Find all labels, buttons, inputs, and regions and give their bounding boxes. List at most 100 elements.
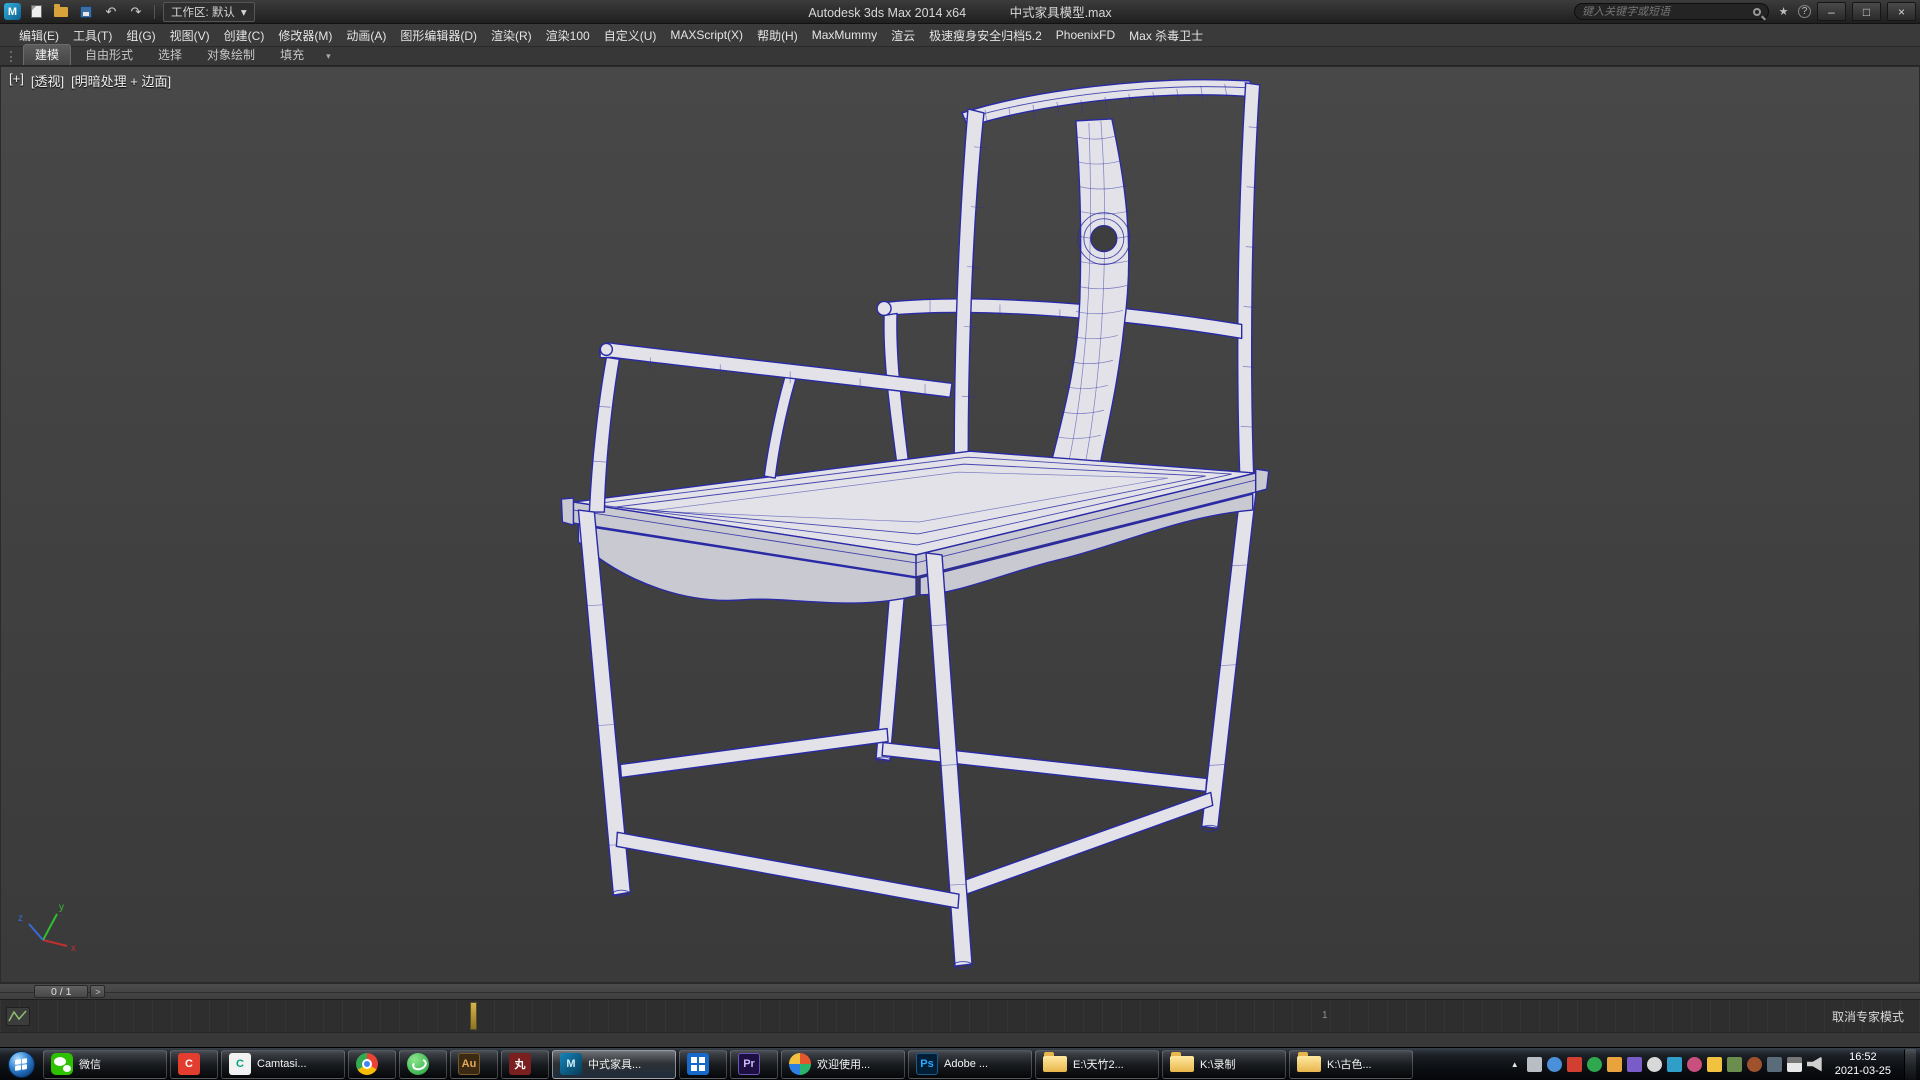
undo-button[interactable]: ↶ xyxy=(101,3,121,21)
menu-maxscript[interactable]: MAXScript(X) xyxy=(663,26,750,44)
time-slider: 0 / 1 > xyxy=(0,983,1920,999)
taskbar-3dsmax[interactable]: M 中式家具... xyxy=(552,1050,676,1079)
wechat-icon xyxy=(51,1053,73,1075)
tray-icon[interactable] xyxy=(1647,1057,1662,1072)
maximize-button[interactable]: □ xyxy=(1852,2,1881,21)
minimize-button[interactable]: – xyxy=(1817,2,1846,21)
redo-button[interactable]: ↷ xyxy=(126,3,146,21)
tab-modeling[interactable]: 建模 xyxy=(23,44,71,65)
menu-phoenixfd[interactable]: PhoenixFD xyxy=(1049,26,1122,44)
menu-animation[interactable]: 动画(A) xyxy=(339,25,393,46)
menu-views[interactable]: 视图(V) xyxy=(163,25,217,46)
tray-icon[interactable] xyxy=(1547,1057,1562,1072)
search-icon[interactable] xyxy=(1753,8,1761,16)
menu-customize[interactable]: 自定义(U) xyxy=(597,25,664,46)
new-scene-button[interactable] xyxy=(26,3,46,21)
menu-edit[interactable]: 编辑(E) xyxy=(12,25,66,46)
folder-icon xyxy=(1043,1056,1067,1072)
taskbar-chrome[interactable] xyxy=(348,1050,396,1079)
ribbon-grip[interactable] xyxy=(10,51,14,62)
volume-icon[interactable] xyxy=(1807,1057,1822,1072)
tab-object-paint[interactable]: 对象绘制 xyxy=(196,45,266,65)
taskbar-wan-app[interactable]: 丸 xyxy=(501,1050,549,1079)
menu-graph-editors[interactable]: 图形编辑器(D) xyxy=(393,25,484,46)
menu-modifiers[interactable]: 修改器(M) xyxy=(271,25,339,46)
ribbon-tab-bar: 建模 自由形式 选择 对象绘制 填充 ▾ xyxy=(0,47,1920,66)
taskbar-premiere[interactable]: Pr xyxy=(730,1050,778,1079)
viewport-shading-menu[interactable]: [明暗处理 + 边面] xyxy=(71,71,171,90)
tray-icon[interactable] xyxy=(1727,1057,1742,1072)
menu-group[interactable]: 组(G) xyxy=(119,25,162,46)
taskbar-wechat[interactable]: 微信 xyxy=(43,1050,167,1079)
viewport-general-menu[interactable]: [+] xyxy=(9,71,24,90)
taskbar-folder-k-antique[interactable]: K:\古色... xyxy=(1289,1050,1413,1079)
wan-app-icon: 丸 xyxy=(509,1053,531,1075)
tray-icon[interactable] xyxy=(1587,1057,1602,1072)
tray-icon[interactable] xyxy=(1707,1057,1722,1072)
help-icon[interactable]: ? xyxy=(1798,5,1811,18)
document-title: 中式家具模型.max xyxy=(1010,6,1112,20)
recorder-icon: C xyxy=(178,1053,200,1075)
tab-freeform[interactable]: 自由形式 xyxy=(74,45,144,65)
tab-populate[interactable]: 填充 xyxy=(269,45,315,65)
z-axis-label: z xyxy=(18,913,23,924)
tray-icon[interactable] xyxy=(1767,1057,1782,1072)
favorites-star-icon[interactable]: ★ xyxy=(1775,5,1792,18)
3dsmax-icon: M xyxy=(560,1053,582,1075)
open-file-button[interactable] xyxy=(51,3,71,21)
tray-icon[interactable] xyxy=(1607,1057,1622,1072)
save-icon xyxy=(80,6,92,18)
tray-icon[interactable] xyxy=(1747,1057,1762,1072)
show-desktop-button[interactable] xyxy=(1904,1049,1916,1080)
track-bar[interactable]: 1 取消专家模式 xyxy=(0,999,1920,1032)
quick-access-toolbar: M ↶ ↷ 工作区: 默认 ▾ xyxy=(4,2,255,22)
tray-icon[interactable] xyxy=(1667,1057,1682,1072)
time-slider-track[interactable] xyxy=(0,992,1920,993)
ribbon-collapse-icon[interactable]: ▾ xyxy=(326,51,331,62)
menu-maxmummy[interactable]: MaxMummy xyxy=(805,26,884,44)
tray-icon[interactable] xyxy=(1527,1057,1542,1072)
taskbar-photoshop[interactable]: Ps Adobe ... xyxy=(908,1050,1032,1079)
time-slider-grip[interactable]: 0 / 1 xyxy=(34,985,88,998)
taskbar-clock[interactable]: 16:52 2021-03-25 xyxy=(1835,1050,1891,1079)
network-icon[interactable] xyxy=(1787,1057,1802,1072)
menu-bar: 编辑(E) 工具(T) 组(G) 视图(V) 创建(C) 修改器(M) 动画(A… xyxy=(0,24,1920,47)
tray-icon[interactable] xyxy=(1567,1057,1582,1072)
search-input[interactable] xyxy=(1582,6,1748,18)
workspace-selector[interactable]: 工作区: 默认 ▾ xyxy=(163,2,255,22)
menu-tools[interactable]: 工具(T) xyxy=(66,25,119,46)
menu-help[interactable]: 帮助(H) xyxy=(750,25,805,46)
infocenter-search xyxy=(1574,3,1769,20)
save-file-button[interactable] xyxy=(76,3,96,21)
stretcher-right xyxy=(959,792,1213,896)
menu-rendercloud[interactable]: 渲云 xyxy=(884,25,922,46)
menu-create[interactable]: 创建(C) xyxy=(217,25,272,46)
viewport[interactable]: [+] [透视] [明暗处理 + 边面] xyxy=(0,66,1920,983)
app-logo-icon[interactable]: M xyxy=(4,3,21,20)
close-button[interactable]: × xyxy=(1887,2,1916,21)
viewport-pov-menu[interactable]: [透视] xyxy=(31,71,64,90)
taskbar-welcome-dialog[interactable]: 欢迎使用... xyxy=(781,1050,905,1079)
taskbar-camtasia[interactable]: C Camtasi... xyxy=(221,1050,345,1079)
menu-antivirus[interactable]: Max 杀毒卫士 xyxy=(1122,25,1210,46)
taskbar-folder-e[interactable]: E:\天竹2... xyxy=(1035,1050,1159,1079)
next-frame-button[interactable]: > xyxy=(90,985,105,998)
timeline-key-marker[interactable] xyxy=(470,1002,477,1030)
chair-model[interactable] xyxy=(1,67,1919,982)
frame-tick-label: 1 xyxy=(1322,1010,1328,1021)
taskbar-blue-grid-app[interactable] xyxy=(679,1050,727,1079)
taskbar-green-app[interactable] xyxy=(399,1050,447,1079)
taskbar-recorder[interactable]: C xyxy=(170,1050,218,1079)
tray-icon[interactable] xyxy=(1687,1057,1702,1072)
start-button[interactable] xyxy=(2,1049,40,1080)
hidden-icons-arrow[interactable]: ▲ xyxy=(1508,1060,1522,1069)
tray-icon[interactable] xyxy=(1627,1057,1642,1072)
menu-rendering[interactable]: 渲染(R) xyxy=(484,25,539,46)
menu-render100[interactable]: 渲染100 xyxy=(539,25,597,46)
tab-selection[interactable]: 选择 xyxy=(147,45,193,65)
cancel-expert-mode-button[interactable]: 取消专家模式 xyxy=(1826,1008,1910,1025)
menu-archive-tool[interactable]: 极速瘦身安全归档5.2 xyxy=(922,25,1049,46)
mini-curve-editor-button[interactable] xyxy=(6,1007,30,1026)
taskbar-folder-k-record[interactable]: K:\录制 xyxy=(1162,1050,1286,1079)
taskbar-audition[interactable]: Au xyxy=(450,1050,498,1079)
